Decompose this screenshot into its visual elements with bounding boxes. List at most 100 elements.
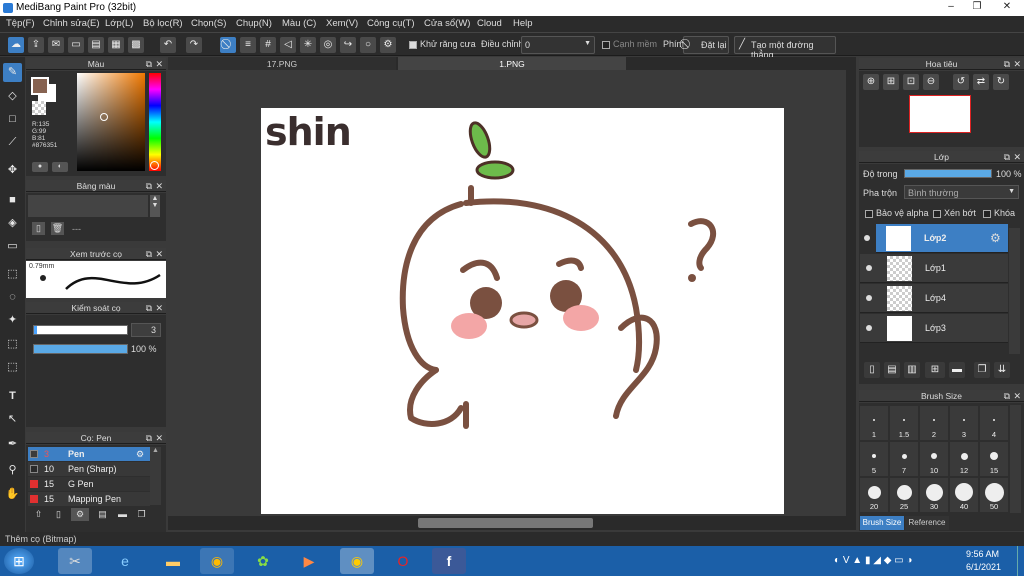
hue-cursor[interactable]	[150, 161, 159, 170]
popout-icon[interactable]: ⧉	[146, 302, 152, 314]
gear-icon[interactable]: ⚙	[136, 447, 144, 461]
menu-window[interactable]: Cửa sổ(W)	[424, 18, 470, 29]
popout-icon[interactable]: ⧉	[1004, 151, 1010, 163]
duplicate-layer-icon[interactable]: ▤	[884, 362, 900, 378]
cloud-icon[interactable]: ☁	[8, 37, 24, 53]
maximize-button[interactable]: ❐	[964, 0, 990, 14]
navigator-preview[interactable]	[909, 95, 971, 133]
transparent-swatch[interactable]	[32, 101, 46, 115]
clipping-toggle[interactable]: Xén bớt	[933, 208, 976, 218]
select-pen-icon[interactable]: ⬚	[3, 335, 22, 354]
menu-select[interactable]: Chọn(S)	[191, 18, 226, 29]
rotate-left-icon[interactable]: ↺	[953, 74, 969, 90]
scroll-thumb[interactable]	[418, 518, 593, 528]
comment-icon[interactable]: ✉	[48, 37, 64, 53]
parallel-snap-icon[interactable]: ≡	[240, 37, 256, 53]
lock-toggle[interactable]: Khóa	[983, 208, 1015, 218]
flip-icon[interactable]: ⇄	[973, 74, 989, 90]
brush-tool-icon[interactable]: ✎	[3, 63, 22, 82]
layer-row-lop4[interactable]: Lớp4	[860, 284, 1008, 313]
straight-line-button[interactable]: ╱ Tạo một đường thẳng	[734, 36, 836, 60]
eye-icon[interactable]	[866, 295, 872, 301]
settings-snap-icon[interactable]: ⚙	[380, 37, 396, 53]
ellipse-snap-icon[interactable]: ○	[360, 37, 376, 53]
drawing-canvas[interactable]: shin	[261, 108, 784, 514]
eye-icon[interactable]	[866, 265, 872, 271]
close-icon[interactable]: ✕	[155, 58, 163, 70]
brush-size-option[interactable]: 20	[860, 478, 888, 512]
facebook-icon[interactable]: f	[432, 548, 466, 574]
eye-icon[interactable]	[864, 235, 870, 241]
layer-scrollbar[interactable]	[1009, 228, 1020, 354]
gradient-tool-icon[interactable]: ▭	[3, 237, 22, 256]
brush-settings-icon[interactable]: ⚙	[71, 508, 89, 521]
popout-icon[interactable]: ⧉	[1004, 58, 1010, 70]
brush-size-option[interactable]: 2	[920, 406, 948, 440]
set-layer-button[interactable]: ⃠Đặt lại	[683, 36, 729, 54]
chat-icon[interactable]: ▭	[68, 37, 84, 53]
dropper-icon[interactable]: ⚲	[3, 461, 22, 480]
grid-doc-icon[interactable]: ▦	[108, 37, 124, 53]
layer-row-lop3[interactable]: Lớp3	[860, 314, 1008, 343]
zoom-fit-icon[interactable]: ⊞	[883, 74, 899, 90]
hand-tool-icon[interactable]: ✋	[3, 485, 22, 504]
zoom-in-icon[interactable]: ⊕	[863, 74, 879, 90]
palette-swatches[interactable]	[28, 195, 148, 217]
brush-size-scrollbar[interactable]	[1010, 405, 1021, 513]
menu-layer[interactable]: Lớp(L)	[105, 18, 133, 29]
brush-size-option[interactable]: 12	[950, 442, 978, 476]
layer-row-lop2[interactable]: Lớp2 ⚙	[876, 224, 1008, 253]
brush-size-option[interactable]: 40	[950, 478, 978, 512]
menu-edit[interactable]: Chỉnh sửa(E)	[43, 18, 100, 29]
curve-snap-icon[interactable]: ↪	[340, 37, 356, 53]
duplicate-icon[interactable]: ❐	[135, 508, 148, 521]
minimize-button[interactable]: –	[938, 0, 964, 14]
add-layer-menu-icon[interactable]: ⊞	[925, 362, 945, 378]
menu-view[interactable]: Xem(V)	[326, 18, 358, 29]
brush-doc-icon[interactable]: ▤	[96, 508, 109, 521]
protect-alpha-toggle[interactable]: Bảo vệ alpha	[865, 208, 929, 218]
folder-icon[interactable]: ▬	[949, 362, 965, 378]
opacity-slider[interactable]	[33, 344, 128, 354]
snap-off-icon[interactable]: ⃠	[220, 37, 236, 53]
close-icon[interactable]: ✕	[155, 248, 163, 260]
menu-file[interactable]: Tệp(F)	[6, 18, 35, 29]
paint-app-icon[interactable]: ✂	[58, 548, 92, 574]
close-icon[interactable]: ✕	[1013, 58, 1021, 70]
zoom-actual-icon[interactable]: ⊡	[903, 74, 919, 90]
picker-cursor[interactable]	[100, 113, 108, 121]
brush-size-option[interactable]: 1	[860, 406, 888, 440]
correction-select[interactable]: 0 ▼	[521, 36, 595, 54]
brush-size-option[interactable]: 5	[860, 442, 888, 476]
brush-size-option[interactable]: 4	[980, 406, 1008, 440]
add-color-icon[interactable]: ◐	[52, 162, 68, 172]
brush-item-pen[interactable]: 3 Pen ⚙	[28, 447, 150, 461]
brush-size-option[interactable]: 1.5	[890, 406, 918, 440]
share-icon[interactable]: ⇪	[28, 37, 44, 53]
text-tool-icon[interactable]: T	[3, 387, 22, 406]
palette-scrollbar[interactable]: ▲ ▼	[150, 195, 160, 217]
menu-filter[interactable]: Bộ lọc(R)	[143, 18, 183, 29]
explorer-icon[interactable]: ▬	[156, 548, 190, 574]
rect-tool-icon[interactable]: □	[3, 110, 22, 129]
merge-layer-icon[interactable]: ⇊	[994, 362, 1010, 378]
new-layer-icon[interactable]: ▯	[864, 362, 880, 378]
perspective-snap-icon[interactable]: ◁	[280, 37, 296, 53]
rotate-right-icon[interactable]: ↻	[993, 74, 1009, 90]
select-eraser-icon[interactable]: ⬚	[3, 358, 22, 377]
ie-icon[interactable]: e	[108, 548, 142, 574]
grid-snap-icon[interactable]: #	[260, 37, 276, 53]
document-icon[interactable]: ▤	[88, 37, 104, 53]
menu-color[interactable]: Màu (C)	[282, 18, 316, 29]
chrome-window-icon[interactable]: ◉	[340, 548, 374, 574]
swap-color-icon[interactable]: ●	[32, 162, 48, 172]
gear-icon[interactable]: ⚙	[990, 231, 1001, 245]
close-icon[interactable]: ✕	[155, 432, 163, 444]
antialias-checkbox[interactable]	[409, 40, 417, 49]
vertical-scrollbar[interactable]	[846, 70, 856, 516]
fill-rect-tool-icon[interactable]: ■	[3, 191, 22, 210]
saturation-picker[interactable]	[77, 73, 145, 171]
brush-size-option[interactable]: 10	[920, 442, 948, 476]
antialias-toggle[interactable]: Khử răng cưa	[409, 39, 476, 49]
redo-icon[interactable]: ↷	[186, 37, 202, 53]
